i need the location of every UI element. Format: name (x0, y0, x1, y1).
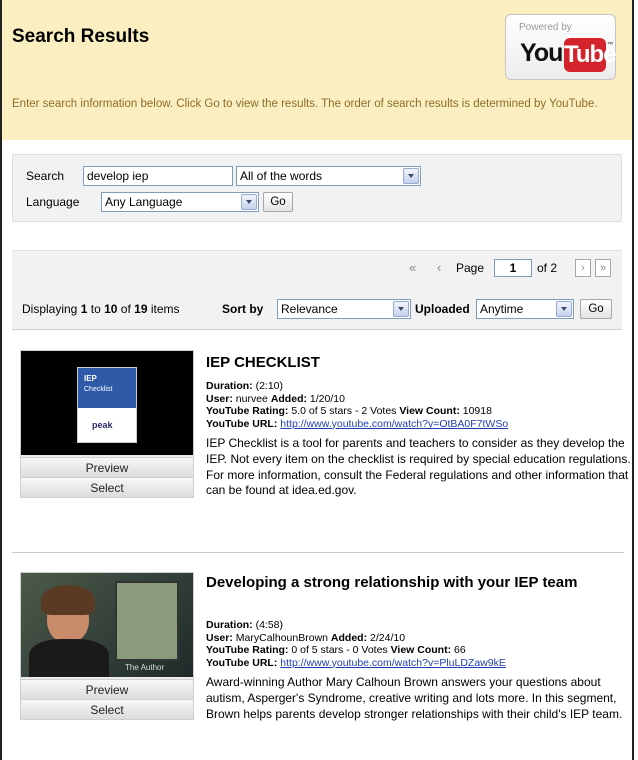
youtube-logo-you: You (520, 39, 563, 67)
items-label: items (150, 302, 180, 316)
url-label: YouTube URL: (206, 417, 278, 430)
views-value: 66 (454, 644, 466, 656)
match-mode-select[interactable]: All of the words (236, 166, 421, 186)
language-value: Any Language (105, 195, 183, 209)
displaying-label: Displaying (22, 302, 78, 316)
to-label: to (90, 302, 101, 316)
uploaded-value: Anytime (480, 302, 524, 316)
sort-by-label: Sort by (222, 302, 264, 316)
background-picture (115, 581, 179, 661)
search-panel: Search All of the words Language Any Lan… (12, 154, 622, 222)
added-label: Added: (330, 631, 368, 644)
duration-value: (2:10) (255, 380, 284, 392)
header: Search Results Powered by You Tube ™ Ent… (2, 0, 632, 140)
added-value: 1/20/10 (309, 392, 345, 405)
added-label: Added: (270, 392, 307, 405)
presenter-hair (41, 585, 95, 615)
thumb-line1: IEP (84, 374, 97, 383)
language-label: Language (26, 195, 80, 209)
chevron-down-icon[interactable] (241, 194, 257, 210)
user-value: MaryCalhounBrown (235, 631, 328, 644)
total-count: 19 (134, 302, 148, 316)
youtube-logo-tube: Tube (564, 38, 617, 72)
views-label: View Count: (399, 405, 460, 417)
result-title[interactable]: Developing a strong relationship with yo… (206, 573, 606, 593)
thumb-caption: The Author (125, 663, 165, 672)
result-description: Award-winning Author Mary Calhoun Brown … (206, 675, 623, 721)
of-label: of (120, 302, 131, 316)
video-thumbnail-box: IEP Checklist peak Preview Select (20, 350, 194, 498)
search-go-button[interactable]: Go (263, 192, 293, 212)
checklist-card: IEP Checklist peak (77, 367, 137, 443)
page-label: Page (456, 261, 485, 275)
user-label: User: (206, 631, 233, 644)
powered-by-youtube-logo: Powered by You Tube ™ (505, 14, 617, 80)
search-results-page: Search Results Powered by You Tube ™ Ent… (0, 0, 634, 760)
views-label: View Count: (390, 644, 452, 656)
result-divider (12, 552, 624, 553)
intro-text: Enter search information below. Click Go… (12, 98, 598, 110)
video-url-link[interactable]: http://www.youtube.com/watch?v=OtBA0F7tW… (280, 418, 508, 430)
first-page-icon[interactable]: « (409, 260, 416, 275)
range-from: 1 (80, 302, 88, 316)
chevron-down-icon[interactable] (403, 168, 419, 184)
prev-page-icon[interactable]: ‹ (437, 260, 441, 275)
preview-button[interactable]: Preview (21, 679, 193, 699)
duration-label: Duration: (206, 619, 253, 631)
search-input[interactable] (83, 166, 233, 186)
preview-button[interactable]: Preview (21, 457, 193, 477)
powered-by-label: Powered by (519, 22, 572, 33)
video-thumbnail-box: The Author Preview Select (20, 572, 194, 720)
presenter-shoulders (29, 639, 109, 677)
sort-select[interactable]: Relevance (277, 299, 411, 319)
views-value: 10918 (462, 405, 492, 417)
result-meta: Duration: (2:10) User: nurvee Added: 1/2… (206, 380, 626, 430)
result-meta: Duration: (4:58) User: MaryCalhounBrown … (206, 619, 626, 669)
sort-value: Relevance (281, 302, 338, 316)
last-page-icon[interactable]: » (595, 259, 611, 277)
added-value: 2/24/10 (370, 631, 406, 644)
select-button[interactable]: Select (21, 699, 193, 719)
result-description: IEP Checklist is a tool for parents and … (206, 436, 631, 498)
rating-value: 5.0 of 5 stars - 2 Votes (291, 405, 397, 417)
thumb-line2: Checklist (84, 386, 113, 393)
video-url-link[interactable]: http://www.youtube.com/watch?v=PluLDZaw9… (280, 657, 506, 669)
uploaded-select[interactable]: Anytime (476, 299, 574, 319)
duration-value: (4:58) (255, 619, 284, 631)
page-count: of 2 (537, 261, 558, 275)
video-thumbnail[interactable]: The Author (21, 573, 193, 677)
range-to: 10 (104, 302, 118, 316)
video-thumbnail[interactable]: IEP Checklist peak (21, 351, 193, 455)
match-mode-value: All of the words (240, 169, 323, 183)
chevron-down-icon[interactable] (393, 301, 409, 317)
duration-label: Duration: (206, 380, 253, 392)
user-value: nurvee (235, 392, 268, 405)
youtube-logo-tm: ™ (607, 42, 613, 48)
thumb-brand: peak (92, 420, 113, 430)
next-page-icon[interactable]: › (575, 259, 591, 277)
pager-bar: « ‹ Page 1 of 2 › » (12, 250, 622, 286)
display-count: Displaying 1 to 10 of 19 items (22, 302, 180, 316)
rating-label: YouTube Rating: (206, 405, 289, 417)
url-label: YouTube URL: (206, 656, 278, 669)
sort-go-button[interactable]: Go (580, 299, 612, 319)
select-button[interactable]: Select (21, 477, 193, 497)
result-title[interactable]: IEP CHECKLIST (206, 353, 606, 373)
page-title: Search Results (12, 26, 150, 47)
uploaded-label: Uploaded (415, 302, 470, 316)
search-label: Search (26, 169, 65, 183)
sort-bar: Displaying 1 to 10 of 19 items Sort by R… (12, 286, 622, 330)
rating-label: YouTube Rating: (206, 644, 289, 656)
chevron-down-icon[interactable] (556, 301, 572, 317)
user-label: User: (206, 392, 233, 405)
rating-value: 0 of 5 stars - 0 Votes (291, 644, 388, 656)
language-select[interactable]: Any Language (101, 192, 259, 212)
page-number-input[interactable]: 1 (494, 259, 532, 277)
